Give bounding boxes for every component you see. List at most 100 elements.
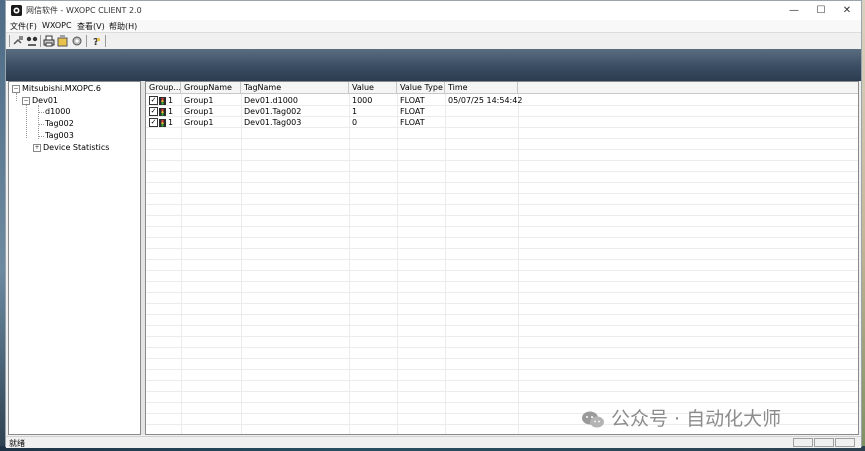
status-panel: [793, 438, 813, 447]
statistics-label: Device Statistics: [43, 143, 110, 152]
menu-wxopc[interactable]: WXOPC: [42, 21, 72, 30]
row-gridline: [146, 369, 858, 370]
group-name-cell: Group1: [184, 96, 214, 105]
close-button[interactable]: ✕: [834, 1, 860, 20]
column-header-filler: [518, 82, 858, 94]
settings-icon[interactable]: [71, 35, 83, 47]
tree-connector: [38, 105, 39, 139]
device-label: Dev01: [32, 96, 58, 105]
watermark: 公众号 · 自动化大师: [581, 404, 781, 430]
row-gridline: [146, 149, 858, 150]
row-gridline: [146, 259, 858, 260]
help-icon[interactable]: ?: [90, 35, 102, 48]
toolbar-separator: [86, 35, 87, 47]
table-row-check[interactable]: ✓ 1: [146, 106, 173, 117]
tag-status-icon: [159, 107, 166, 116]
tree-item-tag[interactable]: Tag003: [45, 131, 74, 140]
wechat-icon: [581, 411, 605, 429]
tree-node-device[interactable]: − Dev01: [22, 96, 58, 105]
row-gridline: [146, 215, 858, 216]
row-gridline: [146, 160, 858, 161]
menu-help[interactable]: 帮助(H): [109, 21, 137, 32]
maximize-button[interactable]: ☐: [808, 1, 834, 20]
tree-connector: [38, 124, 44, 125]
status-panel: [814, 438, 834, 447]
title-bar[interactable]: 网信软件 - WXOPC CLIENT 2.0 — ☐ ✕: [6, 1, 861, 20]
tag-list-view[interactable]: Group... GroupName TagName Value Value T…: [145, 81, 859, 435]
tree-node-server[interactable]: − Mitsubishi.MXOPC.6: [12, 84, 101, 93]
row-gridline: [146, 182, 858, 183]
tag-name-cell: Dev01.d1000: [244, 96, 298, 105]
app-logo-icon: [11, 5, 22, 16]
collapse-icon[interactable]: −: [22, 96, 30, 105]
tree-connector: [26, 105, 27, 138]
table-row-check[interactable]: ✓ 1: [146, 95, 173, 106]
expand-icon[interactable]: +: [33, 143, 41, 152]
tree-view[interactable]: − Mitsubishi.MXOPC.6 − Dev01 d1000 Tag002 …: [8, 81, 141, 435]
time-cell: [445, 117, 448, 128]
row-gridline: [146, 248, 858, 249]
app-window: 网信软件 - WXOPC CLIENT 2.0 — ☐ ✕ 文件(F) WXOP…: [5, 0, 862, 448]
collapse-icon[interactable]: −: [12, 84, 20, 93]
group-id-cell: 1: [168, 96, 174, 105]
table-row-check[interactable]: ✓ 1: [146, 117, 173, 128]
row-gridline: [146, 347, 858, 348]
tree-item-tag[interactable]: Tag002: [45, 119, 74, 128]
toolbar-separator: [105, 35, 106, 47]
tree-node-device-statistics[interactable]: + Device Statistics: [33, 143, 109, 152]
value-cell: 0: [352, 118, 358, 127]
tree-connector: [16, 93, 17, 101]
row-gridline: [146, 402, 858, 403]
group-name-cell: Group1: [184, 107, 214, 116]
time-cell: 05/07/25 14:54:42: [448, 96, 523, 105]
column-header-group-id[interactable]: Group...: [146, 82, 181, 94]
row-gridline: [146, 358, 858, 359]
watermark-text: 公众号 · 自动化大师: [611, 408, 782, 430]
column-header-tag-name[interactable]: TagName: [241, 82, 349, 94]
column-header-time[interactable]: Time: [445, 82, 518, 94]
tag-name-cell: Dev01.Tag003: [244, 118, 302, 127]
column-header-value-type[interactable]: Value Type: [397, 82, 445, 94]
column-gridline: [181, 94, 182, 434]
group-id-cell: 1: [168, 107, 174, 116]
checkbox[interactable]: ✓: [149, 96, 158, 105]
toolbar: ?: [6, 32, 861, 50]
row-gridline: [146, 303, 858, 304]
checkbox[interactable]: ✓: [149, 107, 158, 116]
checkbox[interactable]: ✓: [149, 118, 158, 127]
add-group-icon[interactable]: [57, 35, 69, 47]
status-panel: [835, 438, 855, 447]
status-text: 就绪: [9, 439, 25, 448]
row-gridline: [146, 391, 858, 392]
row-gridline: [146, 281, 858, 282]
row-gridline: [146, 336, 858, 337]
row-gridline: [146, 226, 858, 227]
connect-icon[interactable]: [12, 35, 24, 47]
column-header-value[interactable]: Value: [349, 82, 397, 94]
column-gridline: [445, 94, 446, 434]
minimize-button[interactable]: —: [781, 1, 807, 20]
tag-status-icon: [159, 118, 166, 127]
status-bar: 就绪: [6, 436, 861, 448]
toolbar-grip: [9, 35, 10, 47]
row-gridline: [146, 270, 858, 271]
column-gridline: [241, 94, 242, 434]
row-gridline: [146, 237, 858, 238]
value-cell: 1000: [352, 96, 373, 105]
toolbar-separator: [40, 35, 41, 47]
tag-status-icon: [159, 96, 166, 105]
menu-file[interactable]: 文件(F): [10, 21, 37, 32]
column-header-group-name[interactable]: GroupName: [181, 82, 241, 94]
menu-bar: 文件(F) WXOPC 查看(V) 帮助(H): [6, 20, 861, 32]
row-gridline: [146, 292, 858, 293]
value-type-cell: FLOAT: [400, 118, 425, 127]
server-label: Mitsubishi.MXOPC.6: [22, 84, 102, 93]
print-icon[interactable]: [43, 35, 55, 47]
tree-item-tag[interactable]: d1000: [45, 107, 70, 116]
value-type-cell: FLOAT: [400, 96, 425, 105]
column-gridline: [397, 94, 398, 434]
tree-connector: [38, 136, 44, 137]
window-title: 网信软件 - WXOPC CLIENT 2.0: [26, 6, 142, 15]
disconnect-icon[interactable]: [26, 35, 38, 47]
menu-view[interactable]: 查看(V): [77, 21, 105, 32]
